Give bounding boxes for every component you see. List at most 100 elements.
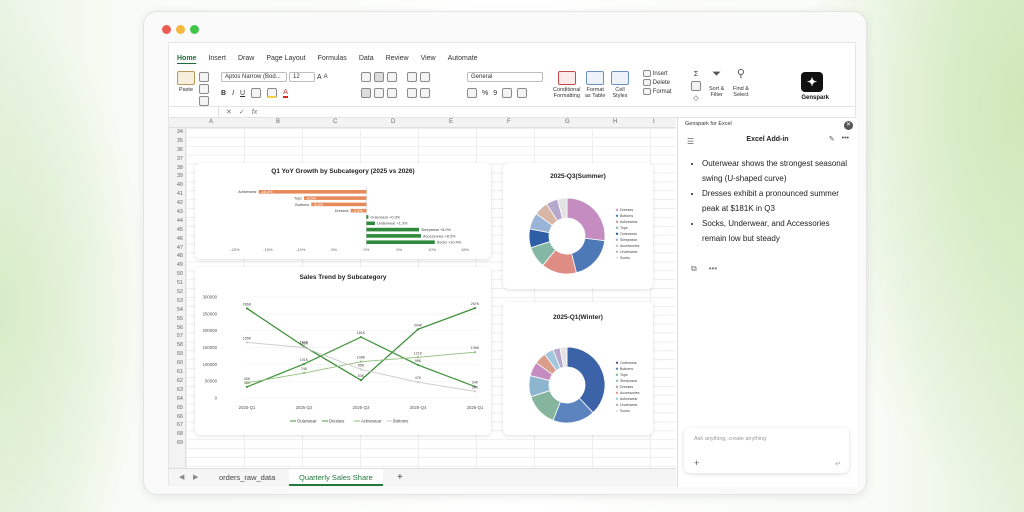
- sort-filter-button[interactable]: ⏷ Sort & Filter: [709, 69, 724, 99]
- zoom-window-button[interactable]: [190, 25, 199, 34]
- column-header[interactable]: F: [507, 119, 511, 125]
- row-header[interactable]: 61: [169, 368, 185, 377]
- column-header[interactable]: I: [653, 119, 655, 125]
- row-header[interactable]: 57: [169, 332, 185, 341]
- format-painter-icon[interactable]: [199, 96, 209, 106]
- function-button[interactable]: fx: [252, 109, 257, 116]
- name-box[interactable]: [179, 107, 219, 117]
- font-size-select[interactable]: 12: [289, 72, 315, 82]
- send-icon[interactable]: ↵: [835, 460, 841, 468]
- row-header[interactable]: 44: [169, 217, 185, 226]
- cut-icon[interactable]: [199, 72, 209, 82]
- ribbon-tab-review[interactable]: Review: [386, 55, 409, 62]
- column-header[interactable]: B: [276, 119, 280, 125]
- sales-trend-chart-card[interactable]: Sales Trend by Subcategory 300000 250000 2…: [195, 267, 491, 435]
- row-header[interactable]: 55: [169, 315, 185, 324]
- ribbon-tab-draw[interactable]: Draw: [238, 55, 254, 62]
- next-sheet-icon[interactable]: ▶: [193, 473, 198, 481]
- row-header[interactable]: 35: [169, 137, 185, 146]
- font-name-select[interactable]: Aptos Narrow (Bod...: [221, 72, 287, 82]
- column-header[interactable]: A: [209, 119, 213, 125]
- row-header[interactable]: 67: [169, 421, 185, 430]
- row-header[interactable]: 66: [169, 413, 185, 422]
- percent-style-icon[interactable]: %: [482, 90, 488, 97]
- borders-icon[interactable]: [251, 88, 262, 98]
- row-header[interactable]: 64: [169, 395, 185, 404]
- row-header[interactable]: 50: [169, 270, 185, 279]
- number-format-select[interactable]: General: [467, 72, 543, 82]
- yoy-growth-chart-card[interactable]: Q1 YoY Growth by Subcategory (2025 vs 20…: [195, 163, 491, 259]
- row-header[interactable]: 60: [169, 359, 185, 368]
- row-header[interactable]: 52: [169, 288, 185, 297]
- wrap-text-icon[interactable]: [420, 72, 430, 82]
- winter-pie-chart-card[interactable]: 2025-Q1(Winter) Outerwear Bottoms Tops Slee…: [503, 302, 653, 435]
- ribbon-tab-view[interactable]: View: [421, 55, 436, 62]
- decrease-decimal-icon[interactable]: [517, 88, 528, 98]
- formula-input[interactable]: [264, 107, 855, 117]
- row-header[interactable]: 38: [169, 164, 185, 173]
- row-header[interactable]: 48: [169, 252, 185, 261]
- delete-cells-button[interactable]: Delete: [643, 79, 670, 86]
- align-middle-icon[interactable]: [374, 72, 384, 82]
- close-panel-icon[interactable]: ✕: [844, 121, 853, 130]
- autosum-icon[interactable]: Σ: [694, 71, 698, 78]
- prev-sheet-icon[interactable]: ◀: [179, 473, 184, 481]
- underline-button[interactable]: U: [240, 90, 245, 97]
- find-select-button[interactable]: ⚲ Find & Select: [733, 69, 749, 99]
- row-header[interactable]: 51: [169, 279, 185, 288]
- enter-icon[interactable]: ✓: [239, 108, 245, 116]
- minimize-window-button[interactable]: [176, 25, 185, 34]
- ribbon-tab-home[interactable]: Home: [177, 55, 196, 62]
- row-header[interactable]: 62: [169, 377, 185, 386]
- column-header[interactable]: H: [613, 119, 617, 125]
- column-header[interactable]: G: [565, 119, 570, 125]
- align-center-icon[interactable]: [374, 88, 384, 98]
- ribbon-tab-automate[interactable]: Automate: [448, 55, 478, 62]
- row-header[interactable]: 47: [169, 244, 185, 253]
- genspark-logo-icon[interactable]: ✦: [801, 72, 823, 92]
- decrease-font-icon[interactable]: A: [324, 74, 328, 80]
- bold-button[interactable]: B: [221, 90, 226, 97]
- row-header[interactable]: 36: [169, 146, 185, 155]
- row-header[interactable]: 46: [169, 235, 185, 244]
- row-header[interactable]: 69: [169, 439, 185, 448]
- row-header[interactable]: 41: [169, 190, 185, 199]
- increase-font-icon[interactable]: A: [317, 74, 322, 81]
- chat-input[interactable]: Ask anything, create anything + ↵: [684, 428, 849, 473]
- add-sheet-button[interactable]: +: [387, 469, 413, 486]
- edit-icon[interactable]: ✎: [829, 135, 835, 143]
- row-header[interactable]: 43: [169, 208, 185, 217]
- increase-decimal-icon[interactable]: [502, 88, 513, 98]
- row-header[interactable]: 53: [169, 297, 185, 306]
- row-header[interactable]: 65: [169, 404, 185, 413]
- align-right-icon[interactable]: [387, 88, 397, 98]
- fill-color-icon[interactable]: [267, 88, 278, 98]
- row-header[interactable]: 56: [169, 324, 185, 333]
- ribbon-tab-formulas[interactable]: Formulas: [318, 55, 347, 62]
- ribbon-tab-page-layout[interactable]: Page Layout: [266, 55, 305, 62]
- row-header[interactable]: 39: [169, 172, 185, 181]
- align-left-icon[interactable]: [361, 88, 371, 98]
- fill-icon[interactable]: [691, 81, 701, 91]
- summer-pie-chart-card[interactable]: 2025-Q3(Summer) Dresses Bottoms Activewear…: [503, 163, 653, 289]
- row-header[interactable]: 54: [169, 306, 185, 315]
- ribbon-tab-data[interactable]: Data: [359, 55, 374, 62]
- align-top-icon[interactable]: [361, 72, 371, 82]
- row-header[interactable]: 59: [169, 350, 185, 359]
- cancel-icon[interactable]: ✕: [226, 108, 232, 116]
- copy-icon[interactable]: [199, 84, 209, 94]
- column-header[interactable]: C: [333, 119, 337, 125]
- paste-button[interactable]: Paste: [177, 71, 195, 93]
- more-options-icon[interactable]: •••: [842, 135, 849, 143]
- row-header[interactable]: 58: [169, 341, 185, 350]
- ribbon-tab-insert[interactable]: Insert: [208, 55, 226, 62]
- row-header[interactable]: 34: [169, 128, 185, 137]
- close-window-button[interactable]: [162, 25, 171, 34]
- accounting-format-icon[interactable]: [467, 88, 477, 98]
- more-actions-icon[interactable]: •••: [709, 264, 717, 274]
- format-cells-button[interactable]: Format: [643, 88, 672, 95]
- indent-icon[interactable]: [407, 88, 417, 98]
- add-attachment-button[interactable]: +: [694, 458, 699, 468]
- conditional-formatting-button[interactable]: Conditional Formatting: [553, 71, 581, 99]
- orientation-icon[interactable]: [407, 72, 417, 82]
